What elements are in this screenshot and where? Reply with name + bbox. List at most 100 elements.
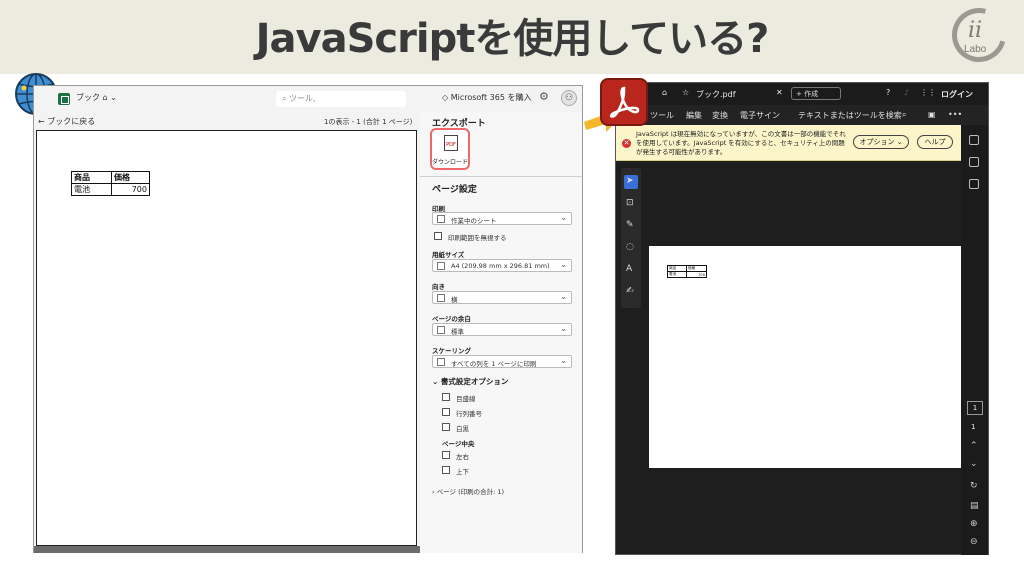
pages-section-toggle[interactable]: › ページ (印刷の合計: 1) [432,486,504,496]
close-icon[interactable]: ✕ [776,88,783,97]
text-tool[interactable]: A [624,263,638,277]
options-button[interactable]: オプション ⌄ [853,135,909,149]
chevron-up-icon[interactable]: ⌃ [970,441,978,451]
table-cell: 700 [686,271,707,278]
signature-icon: ✍ [626,286,634,296]
save-icon[interactable]: ▣ [928,110,936,119]
warning-text: JavaScript は現在無効になっていますが、この文書は一部の機能でそれを使… [636,130,846,156]
chevron-down-icon: ⌄ [560,356,567,365]
scaling-select[interactable]: すべての列を 1 ページに印刷 ⌄ [432,355,572,368]
excel-icon[interactable] [58,93,70,105]
cursor-icon: ➤ [626,176,634,186]
pdf-icon: PDF [444,135,458,151]
back-to-book-link[interactable]: ← ブックに戻る [38,116,95,127]
search-input[interactable]: ⌕ ツール, [276,91,406,107]
pages-panel-icon[interactable] [969,179,979,189]
rotate-icon[interactable]: ↻ [970,481,978,491]
more-icon[interactable]: ••• [948,110,962,119]
comment-panel-icon[interactable] [969,135,979,145]
margins-select[interactable]: 標準 ⌄ [432,323,572,336]
book-name[interactable]: ブック ⌂ ⌄ [76,92,117,103]
text-box-icon: A [626,264,633,274]
javascript-warning-bar: ✕ JavaScript は現在無効になっていますが、この文書は一部の機能でそれ… [616,125,988,161]
menu-tools[interactable]: ツール [650,110,674,121]
black-white-label: 白黒 [456,425,469,433]
sheet-icon [437,215,445,223]
margins-label: ページの余白 [432,315,471,323]
page-center-title: ページ中央 [442,440,475,448]
zoom-in-icon[interactable]: ⊕ [970,519,978,529]
table-cell: 電池 [71,183,112,196]
export-panel: エクスポート PDF ダウンロード ページ設定 印刷 作業中のシート ⌄ 印刷範囲… [420,112,582,553]
pen-tool[interactable]: ✎ [624,219,638,233]
acrobat-icon [610,86,640,118]
comment-tool[interactable]: ⊡ [624,197,638,211]
tab-document[interactable]: ブック.pdf [696,89,736,100]
page-info: 1の表示 - 1 (合計 1 ページ) [324,118,413,126]
black-white-checkbox[interactable] [442,423,450,431]
chevron-down-icon[interactable]: ⌄ [970,459,978,469]
margins-icon [437,326,445,334]
table-header-row: 商品 価格 [71,171,150,184]
format-options-toggle[interactable]: ⌄ 書式設定オプション [432,376,508,387]
paper-icon [437,262,445,270]
menu-esign[interactable]: 電子サイン [740,110,780,121]
search-tools-input[interactable]: テキストまたはツールを検索 [798,110,902,121]
home-icon[interactable]: ⌂ [662,88,667,97]
orientation-select[interactable]: 横 ⌄ [432,291,572,304]
scaling-label: スケーリング [432,347,471,355]
ignore-print-area-checkbox[interactable] [434,232,442,240]
ignore-print-area-label: 印刷範囲を無視する [448,234,507,242]
excel-window: ブック ⌂ ⌄ ⌕ ツール, ◇ Microsoft 365 を購入 ⚙ ⚇ ←… [33,85,583,553]
chevron-down-icon: ⌄ [560,213,567,222]
table-row: 電池 700 [667,271,707,278]
chevron-down-icon: ⌄ [560,324,567,333]
print-select[interactable]: 作業中のシート ⌄ [432,212,572,225]
gridlines-label: 目盛線 [456,395,476,403]
apps-icon[interactable]: ⋮⋮ [920,88,936,97]
login-button[interactable]: ログイン [941,89,973,100]
menu-edit[interactable]: 編集 [686,110,702,121]
avatar[interactable]: ⚇ [561,90,577,106]
table-cell: 電池 [667,271,687,278]
search-icon[interactable]: ⌕ [902,110,906,120]
vertical-checkbox[interactable] [442,466,450,474]
select-tool[interactable]: ➤ [624,175,638,189]
row-col-numbers-checkbox[interactable] [442,408,450,416]
star-icon[interactable]: ☆ [682,88,689,97]
pdf-page: 商品 価格 電池 700 [649,246,962,468]
bell-icon[interactable]: ♪ [904,88,909,97]
page-title: JavaScriptを使用している? [255,16,770,62]
pdf-download-button[interactable]: PDF ダウンロード [430,128,470,170]
gear-icon[interactable]: ⚙ [539,90,549,103]
menu-convert[interactable]: 変換 [712,110,728,121]
download-label: ダウンロード [432,159,469,166]
paper-size-select[interactable]: A4 (209.98 mm x 296.81 mm) ⌄ [432,259,572,272]
paper-size-label: 用紙サイズ [432,251,465,259]
pen-icon: ✎ [626,220,634,230]
gridlines-checkbox[interactable] [442,393,450,401]
logo-text: Labo [964,44,987,55]
acrobat-window: ⌂ ☆ ブック.pdf ✕ + 作成 ? ♪ ⋮⋮ ログイン ツール 編集 変換… [615,82,989,555]
sign-tool[interactable]: ✍ [624,285,638,299]
buy-m365-button[interactable]: ◇ Microsoft 365 を購入 [442,92,531,103]
zoom-out-icon[interactable]: ⊖ [970,537,978,547]
lasso-tool[interactable]: ◌ [624,241,638,255]
pdf-table: 商品 価格 電池 700 [667,265,707,278]
page-total: 1 [971,423,976,431]
page-number-input[interactable]: 1 [967,401,983,415]
export-panel-icon[interactable] [969,157,979,167]
horizontal-label: 左右 [456,453,469,461]
table-cell: 700 [111,183,150,196]
help-icon[interactable]: ? [886,88,890,97]
comment-icon: ⊡ [626,198,634,208]
scaling-icon [437,358,445,366]
page-thumb-icon[interactable]: ▤ [970,501,979,511]
help-button[interactable]: ヘルプ [917,135,953,149]
new-tab-button[interactable]: + 作成 [791,87,841,100]
table-row: 電池 700 [71,183,150,196]
horizontal-checkbox[interactable] [442,451,450,459]
chevron-down-icon: ⌄ [560,260,567,269]
acrobat-logo [600,78,648,126]
chevron-down-icon: ⌄ [560,292,567,301]
